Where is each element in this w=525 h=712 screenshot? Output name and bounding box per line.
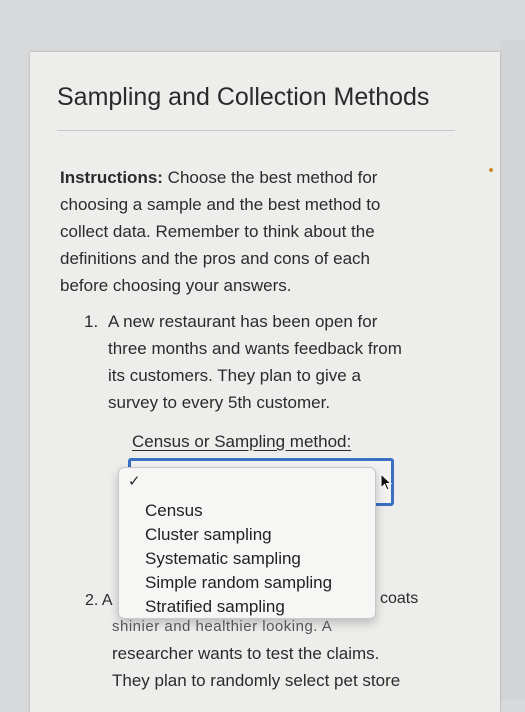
select-label: Census or Sampling method: xyxy=(132,432,352,451)
instructions-paragraph: Instructions: Choose the best method for… xyxy=(60,164,440,299)
question-1-line-3: its customers. They plan to give a xyxy=(108,366,361,385)
checkmark-icon: ✓ xyxy=(128,473,141,490)
adjacent-page-edge xyxy=(500,40,525,700)
question-2-line-1: researcher wants to test the claims. xyxy=(112,644,380,663)
method-dropdown-menu[interactable]: ✓ Census Cluster sampling Systematic sam… xyxy=(118,467,376,619)
instructions-line-2: choosing a sample and the best method to xyxy=(60,195,381,214)
question-2-clipped-line: shinier and healthier looking. A xyxy=(112,618,333,635)
instructions-line-1: Choose the best method for xyxy=(162,168,378,187)
dropdown-option-cluster[interactable]: Cluster sampling xyxy=(145,525,272,545)
instructions-label: Instructions: xyxy=(60,168,163,187)
mouse-cursor-icon xyxy=(380,473,392,491)
question-1-line-1: A new restaurant has been open for xyxy=(108,312,378,331)
dropdown-option-census[interactable]: Census xyxy=(145,501,203,521)
question-1-number: 1. xyxy=(84,312,99,331)
question-2-line-2: They plan to randomly select pet store xyxy=(112,671,401,690)
page-title: Sampling and Collection Methods xyxy=(57,83,430,111)
instructions-line-4: definitions and the pros and cons of eac… xyxy=(60,249,370,268)
question-1-line-4: survey to every 5th customer. xyxy=(108,393,331,412)
question-2-text: shinier and healthier looking. A researc… xyxy=(112,612,472,694)
dropdown-option-simple-random[interactable]: Simple random sampling xyxy=(145,573,332,593)
title-divider xyxy=(57,130,455,131)
question-1-text: A new restaurant has been open for three… xyxy=(108,308,444,416)
instructions-line-5: before choosing your answers. xyxy=(60,276,292,295)
ink-dot xyxy=(489,168,493,172)
question-1-line-2: three months and wants feedback from xyxy=(108,339,402,358)
instructions-line-3: collect data. Remember to think about th… xyxy=(60,222,375,241)
dropdown-option-systematic[interactable]: Systematic sampling xyxy=(145,549,301,569)
question-2-partial-text: coats xyxy=(380,590,419,607)
question-2-number: 2. A xyxy=(85,592,113,609)
